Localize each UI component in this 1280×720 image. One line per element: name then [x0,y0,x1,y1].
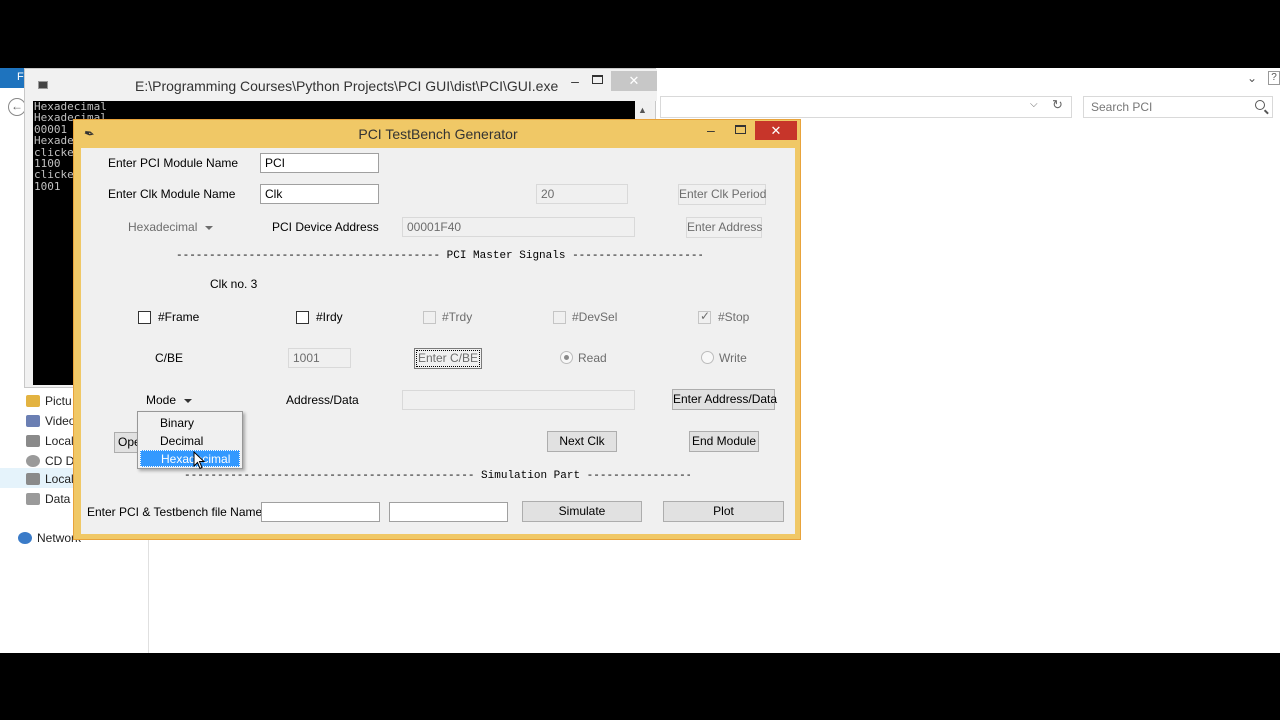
device-address-label: PCI Device Address [272,220,379,234]
search-icon[interactable] [1255,100,1265,110]
videos-folder-icon [26,415,40,427]
divider [148,538,149,653]
devsel-checkbox[interactable] [553,311,566,324]
module-name-input[interactable]: PCI [260,153,379,173]
mode-option-hexadecimal[interactable]: Hexadecimal [140,450,240,467]
simulate-button[interactable]: Simulate [522,501,642,522]
trdy-checkbox[interactable] [423,311,436,324]
cbe-label: C/BE [155,351,184,365]
module-name-label: Enter PCI Module Name [108,156,239,170]
pci-testbench-window: ✒ PCI TestBench Generator – ✕ Enter PCI … [73,119,801,540]
console-app-icon[interactable] [38,81,48,89]
frame-checkbox[interactable] [138,311,151,324]
enter-address-button[interactable]: Enter Address [686,217,762,238]
pci-file-name-input[interactable] [261,502,380,522]
chevron-down-icon [184,398,193,403]
master-signals-separator: ----------------------------------------… [176,250,702,262]
enter-address-data-button[interactable]: Enter Address/Data [672,389,777,410]
file-tab[interactable]: F [0,68,26,88]
mode-option-decimal[interactable]: Decimal [140,433,240,450]
nav-item-videos[interactable]: Video [26,412,75,430]
file-name-label: Enter PCI & Testbench file Name [87,505,263,519]
minimize-icon[interactable]: – [707,122,715,138]
enter-cbe-button[interactable]: Enter C/BE [414,348,482,369]
write-label: Write [719,351,747,365]
nav-item-data[interactable]: Data [26,490,70,508]
search-input[interactable]: Search PCI [1083,96,1273,118]
enter-clk-period-button[interactable]: Enter Clk Period [678,184,766,205]
irdy-checkbox[interactable] [296,311,309,324]
network-icon [18,532,32,544]
plot-button[interactable]: Plot [663,501,784,522]
scroll-up-icon[interactable]: ▲ [638,105,647,115]
refresh-icon[interactable]: ↻ [1052,97,1063,113]
device-address-input[interactable]: 00001F40 [402,217,635,237]
cd-drive-icon [26,455,40,467]
nav-item-pictures[interactable]: Pictu [26,392,72,410]
mode-dropdown-menu: Binary Decimal Hexadecimal [137,411,243,469]
disk-icon [26,435,40,447]
nav-item-network[interactable]: Network [18,529,81,547]
nav-item-local-disk[interactable]: Local [26,432,74,450]
window-title: PCI TestBench Generator [358,126,518,142]
pictures-folder-icon [26,395,40,407]
expand-ribbon-icon[interactable]: ⌄ [1247,71,1257,85]
console-line: Hexadecimal [34,101,107,113]
next-clk-button[interactable]: Next Clk [547,431,617,452]
chevron-down-icon [205,225,214,230]
simulation-separator: ----------------------------------------… [184,470,690,482]
maximize-icon[interactable] [592,75,603,84]
clk-name-input[interactable]: Clk [260,184,379,204]
maximize-icon[interactable] [735,125,746,134]
clk-period-input[interactable]: 20 [536,184,628,204]
read-label: Read [578,351,607,365]
testbench-file-name-input[interactable] [389,502,508,522]
read-radio[interactable] [560,351,573,364]
cbe-input[interactable]: 1001 [288,348,351,368]
clk-number-label: Clk no. 3 [210,277,258,291]
address-data-label: Address/Data [286,393,359,407]
address-data-input[interactable] [402,390,635,410]
end-module-button[interactable]: End Module [689,431,759,452]
close-icon[interactable]: ✕ [755,121,797,140]
console-titlebar[interactable]: E:\Programming Courses\Python Projects\P… [25,69,657,101]
base-select[interactable]: Hexadecimal [128,220,214,234]
trdy-label: #Trdy [442,310,473,324]
mode-select[interactable]: Mode [146,393,193,407]
mouse-cursor-icon [193,451,206,470]
search-placeholder: Search PCI [1091,100,1153,114]
stop-checkbox[interactable] [698,309,711,324]
address-bar[interactable] [660,96,1072,118]
irdy-label: #Irdy [316,310,343,324]
console-title: E:\Programming Courses\Python Projects\P… [135,78,559,94]
stop-label: #Stop [718,310,750,324]
devsel-label: #DevSel [572,310,618,324]
write-radio[interactable] [701,351,714,364]
nav-item-cd-drive[interactable]: CD D [26,452,74,470]
nav-item-local-disk-2[interactable]: Local [26,470,74,488]
form-area: Enter PCI Module Name PCI Enter Clk Modu… [81,148,795,534]
frame-label: #Frame [158,310,200,324]
mode-option-binary[interactable]: Binary [140,415,240,432]
disk-icon [26,473,40,485]
minimize-icon[interactable]: – [568,73,582,89]
chevron-down-icon[interactable]: ⌵ [1030,99,1038,110]
close-icon[interactable]: ✕ [611,71,657,91]
disk-icon [26,493,40,505]
help-icon[interactable]: ? [1268,71,1280,85]
clk-name-label: Enter Clk Module Name [108,187,236,201]
